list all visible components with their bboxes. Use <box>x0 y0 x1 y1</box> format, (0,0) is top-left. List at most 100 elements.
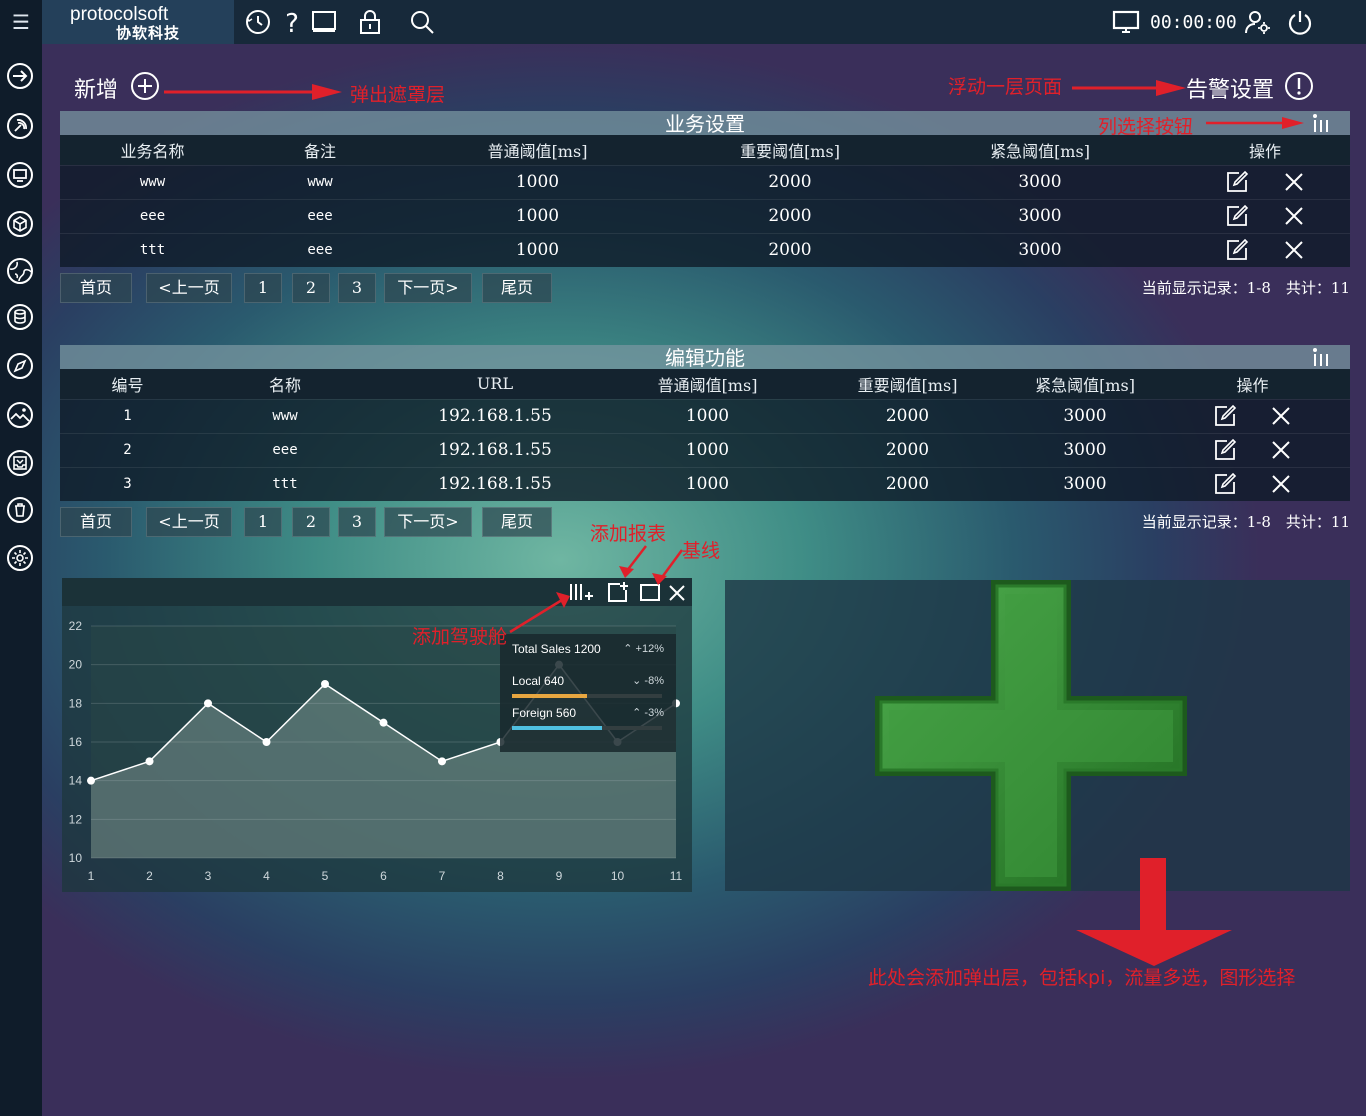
user-settings-icon[interactable] <box>1244 8 1272 36</box>
alarm-settings-label: 告警设置 <box>1186 78 1275 103</box>
edit-panel-header: 编辑功能 <box>60 345 1350 370</box>
column-header[interactable]: 名称 <box>195 369 375 399</box>
edit-panel-title: 编辑功能 <box>665 346 745 370</box>
column-header[interactable]: URL <box>375 369 615 399</box>
record-count: 当前显示记录：1-8 共计：11 <box>1141 279 1350 297</box>
column-header[interactable]: 编号 <box>60 369 195 399</box>
x-tick-label: 5 <box>322 869 329 883</box>
compass-icon[interactable] <box>6 352 34 380</box>
add-chart-placeholder[interactable] <box>725 580 1350 891</box>
cell-note: eee <box>307 208 333 224</box>
cell-urgent: 3000 <box>1063 474 1107 495</box>
prev-page-button[interactable]: <上一页 <box>146 273 232 303</box>
last-page-button[interactable]: 尾页 <box>482 507 552 537</box>
close-icon[interactable] <box>1270 473 1292 495</box>
globe-icon[interactable] <box>6 257 34 285</box>
page-3-button[interactable]: 3 <box>338 273 376 303</box>
pagination: 首页 <上一页 1 2 3 下一页> 尾页 当前显示记录：1-8 共计：11 <box>60 273 1350 303</box>
close-icon[interactable] <box>1283 205 1305 227</box>
cell-note: www <box>307 174 333 190</box>
cell-id: 3 <box>123 476 132 493</box>
logo-text-cn: 协软科技 <box>116 24 181 42</box>
plus-icon[interactable] <box>875 580 1187 891</box>
next-page-button[interactable]: 下一页> <box>384 273 472 303</box>
add-circle-icon[interactable] <box>130 71 160 101</box>
signal-icon[interactable] <box>6 112 34 140</box>
x-tick-label: 6 <box>380 869 387 883</box>
edit-icon[interactable] <box>1213 404 1237 428</box>
search-icon[interactable] <box>408 8 436 36</box>
edit-icon[interactable] <box>1225 204 1249 228</box>
menu-icon[interactable]: ☰ <box>0 0 42 44</box>
table-row: 3 ttt 192.168.1.55 1000 2000 3000 <box>60 467 1350 501</box>
x-tick-label: 9 <box>556 869 563 883</box>
last-page-button[interactable]: 尾页 <box>482 273 552 303</box>
column-header[interactable]: 备注 <box>245 135 395 165</box>
column-header[interactable]: 普通阈值[ms] <box>395 135 680 165</box>
next-page-button[interactable]: 下一页> <box>384 507 472 537</box>
inbox-icon[interactable] <box>6 449 34 477</box>
column-header[interactable]: 紧急阈值[ms] <box>1015 369 1155 399</box>
edit-icon[interactable] <box>1213 472 1237 496</box>
close-icon[interactable] <box>1283 171 1305 193</box>
x-tick-label: 3 <box>205 869 212 883</box>
column-select-icon[interactable] <box>1310 113 1332 133</box>
close-icon[interactable] <box>1270 439 1292 461</box>
column-header[interactable]: 重要阈值[ms] <box>800 369 1015 399</box>
cell-name: ttt <box>139 242 166 259</box>
first-page-button[interactable]: 首页 <box>60 273 132 303</box>
alert-circle-icon[interactable] <box>1284 71 1314 101</box>
cell-urgent: 3000 <box>1018 206 1062 226</box>
close-icon[interactable] <box>1283 239 1305 261</box>
alarm-settings-button[interactable]: 告警设置 <box>1186 72 1274 104</box>
cell-normal: 1000 <box>685 474 730 495</box>
help-icon[interactable]: ? <box>278 8 306 36</box>
annotation-arrow <box>1072 80 1186 96</box>
monitor-icon[interactable] <box>310 8 338 36</box>
add-button[interactable]: 新增 <box>74 72 118 104</box>
clock-icon[interactable] <box>244 8 272 36</box>
cell-name: ttt <box>272 476 298 493</box>
edit-icon[interactable] <box>1213 438 1237 462</box>
column-select-icon[interactable] <box>1310 347 1332 367</box>
screen-icon[interactable] <box>1112 8 1140 36</box>
column-header[interactable]: 重要阈值[ms] <box>680 135 900 165</box>
y-tick-label: 20 <box>69 658 83 672</box>
annotation-down-arrow <box>1076 858 1232 966</box>
cube-icon[interactable] <box>6 210 34 238</box>
cell-url: 192.168.1.55 <box>438 440 552 460</box>
arrow-right-icon[interactable] <box>6 62 34 90</box>
database-icon[interactable] <box>6 303 34 331</box>
column-header[interactable]: 业务名称 <box>60 135 245 165</box>
edit-table: 编号 名称 URL 普通阈值[ms] 重要阈值[ms] 紧急阈值[ms] 操作 … <box>60 369 1350 501</box>
close-icon[interactable] <box>1270 405 1292 427</box>
cell-name: www <box>139 174 166 190</box>
sidebar: ☰ <box>0 0 42 1116</box>
power-icon[interactable] <box>1286 8 1314 36</box>
kpi-row: Local 640 ⌄ -8% <box>512 674 664 704</box>
page-3-button[interactable]: 3 <box>338 507 376 537</box>
x-tick-label: 11 <box>670 869 683 883</box>
trash-icon[interactable] <box>6 496 34 524</box>
cell-important: 2000 <box>768 206 812 226</box>
page-2-button[interactable]: 2 <box>292 507 330 537</box>
edit-icon[interactable] <box>1225 238 1249 262</box>
page-2-button[interactable]: 2 <box>292 273 330 303</box>
lock-icon[interactable] <box>356 8 384 36</box>
cell-id: 1 <box>123 408 132 424</box>
data-point <box>321 680 329 688</box>
monitor-icon[interactable] <box>6 161 34 189</box>
column-header: 操作 <box>1248 141 1281 161</box>
edit-icon[interactable] <box>1225 170 1249 194</box>
image-icon[interactable] <box>6 401 34 429</box>
prev-page-button[interactable]: <上一页 <box>146 507 232 537</box>
column-header[interactable]: 紧急阈值[ms] <box>900 135 1180 165</box>
top-bar: protocolsoft 协软科技 ? 00:00:00 <box>42 0 1366 44</box>
page-1-button[interactable]: 1 <box>244 507 282 537</box>
kpi-bar <box>512 726 602 730</box>
settings-icon[interactable] <box>6 544 34 572</box>
cell-normal: 1000 <box>515 172 560 192</box>
page-1-button[interactable]: 1 <box>244 273 282 303</box>
column-header[interactable]: 普通阈值[ms] <box>615 369 800 399</box>
first-page-button[interactable]: 首页 <box>60 507 132 537</box>
